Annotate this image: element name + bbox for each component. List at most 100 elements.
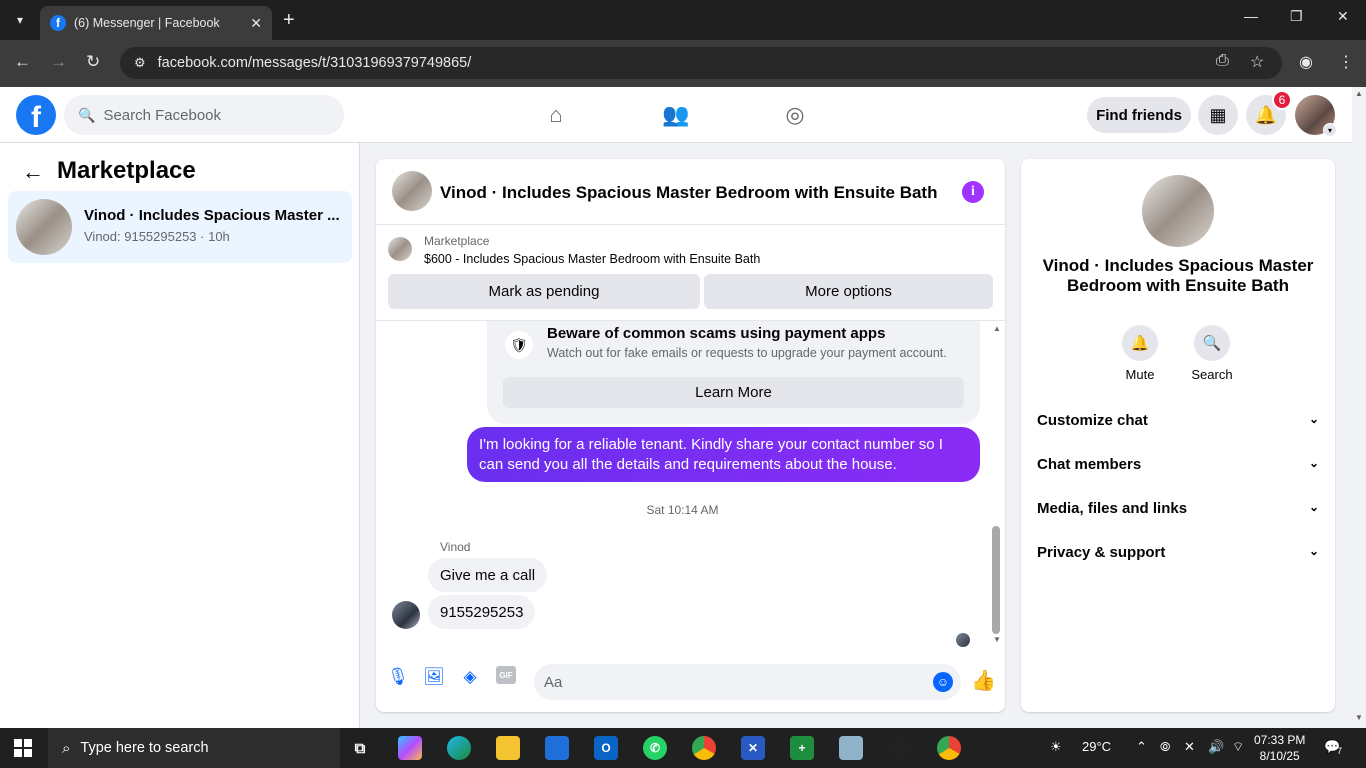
scroll-up-icon[interactable]: ▲ xyxy=(993,324,1001,333)
gif-icon[interactable]: GIF xyxy=(496,666,516,684)
panel-title: Marketplace xyxy=(57,157,196,184)
search-action[interactable]: 🔍 Search xyxy=(1182,325,1242,382)
seen-indicator-avatar xyxy=(956,633,970,647)
url-text: facebook.com/messages/t/3103196937974986… xyxy=(157,55,472,71)
section-label: Media, files and links xyxy=(1037,500,1188,517)
back-arrow-icon[interactable]: ← xyxy=(22,159,44,185)
chat-members-section[interactable]: Chat members ⌄ xyxy=(1037,456,1319,473)
section-label: Chat members xyxy=(1037,456,1142,473)
copilot-icon[interactable] xyxy=(398,736,422,760)
facebook-header: f 🔍 Search Facebook ⌂ 👥 ◎ Find friends ▦… xyxy=(0,87,1352,143)
task-view-icon[interactable]: ⧉ xyxy=(348,736,372,760)
conversation-name: Vinod · Includes Spacious Master ... xyxy=(84,207,340,224)
facebook-logo-icon[interactable]: f xyxy=(16,95,56,135)
customize-chat-section[interactable]: Customize chat ⌄ xyxy=(1037,412,1319,429)
chrome-icon[interactable] xyxy=(937,736,961,760)
more-menu-icon[interactable]: ⋮ xyxy=(1338,52,1354,72)
install-app-icon[interactable]: ⎙ xyxy=(1216,52,1229,70)
camera-icon[interactable]: ⦾ xyxy=(1160,739,1170,755)
windows-start-icon[interactable] xyxy=(14,739,32,757)
media-files-links-section[interactable]: Media, files and links ⌄ xyxy=(1037,500,1319,517)
scroll-up-icon[interactable]: ▲ xyxy=(1355,89,1363,98)
message-thread: 🛡 Beware of common scams using payment a… xyxy=(376,321,1005,651)
account-avatar[interactable]: ▾ xyxy=(1295,95,1337,137)
listing-title[interactable]: $600 - Includes Spacious Master Bedroom … xyxy=(424,252,760,266)
message-composer: 🎙 🖼 ◈ GIF Aa ☺ 👍 xyxy=(376,651,1005,712)
outlook-icon[interactable]: O xyxy=(594,736,618,760)
back-icon[interactable]: ← xyxy=(14,52,31,72)
notes-icon[interactable] xyxy=(839,736,863,760)
show-hidden-icons-icon[interactable]: ⌃ xyxy=(1136,739,1147,755)
page-scrollbar[interactable]: ▲ ▼ xyxy=(1352,87,1366,728)
taskbar-search-input[interactable]: ⌕ Type here to search xyxy=(48,728,340,768)
search-icon: 🔍 xyxy=(1194,325,1230,361)
taskbar-search-placeholder: Type here to search xyxy=(80,740,209,756)
search-input[interactable]: 🔍 Search Facebook xyxy=(64,95,344,135)
info-icon[interactable]: i xyxy=(962,181,984,203)
restore-icon[interactable]: ❐ xyxy=(1290,8,1303,25)
scrollbar-thumb[interactable] xyxy=(992,526,1000,634)
learn-more-button[interactable]: Learn More xyxy=(503,377,964,408)
scroll-down-icon[interactable]: ▼ xyxy=(1355,713,1363,722)
new-tab-icon[interactable]: + xyxy=(283,8,295,32)
scroll-down-icon[interactable]: ▼ xyxy=(993,635,1001,644)
details-avatar[interactable] xyxy=(1142,175,1214,247)
privacy-support-section[interactable]: Privacy & support ⌄ xyxy=(1037,544,1319,561)
tab-close-icon[interactable]: ✕ xyxy=(250,15,262,32)
groups-icon[interactable]: ◎ xyxy=(781,101,809,129)
profile-icon[interactable]: ◉ xyxy=(1299,52,1313,72)
forward-icon[interactable]: → xyxy=(50,52,67,72)
weather-icon[interactable]: ☀ xyxy=(1050,739,1062,755)
outgoing-message: I'm looking for a reliable tenant. Kindl… xyxy=(467,427,980,482)
chat-avatar[interactable] xyxy=(392,171,432,211)
bookmark-star-icon[interactable]: ☆ xyxy=(1250,52,1264,72)
volume-icon[interactable]: 🔊 xyxy=(1208,739,1224,755)
store-icon[interactable] xyxy=(545,736,569,760)
chrome-profile-icon[interactable] xyxy=(692,736,716,760)
section-label: Privacy & support xyxy=(1037,544,1166,561)
wifi-icon[interactable]: ⌔ xyxy=(1232,739,1244,755)
chat-title[interactable]: Vinod · Includes Spacious Master Bedroom… xyxy=(440,183,937,203)
chevron-down-icon: ⌄ xyxy=(1308,456,1319,470)
sheets-plus-icon[interactable]: + xyxy=(790,736,814,760)
edge-icon[interactable] xyxy=(447,736,471,760)
tab-search-icon[interactable]: ▾ xyxy=(8,8,32,32)
close-window-icon[interactable]: ✕ xyxy=(1337,8,1349,25)
site-settings-icon[interactable]: ⚙ xyxy=(134,55,146,71)
clock-time: 07:33 PM xyxy=(1254,733,1306,747)
search-icon: 🔍 xyxy=(78,106,96,123)
sticker-icon[interactable]: ◈ xyxy=(458,665,482,689)
whatsapp-icon[interactable]: ✆ xyxy=(643,736,667,760)
emoji-icon[interactable]: ☺ xyxy=(933,672,953,692)
warning-title: Beware of common scams using payment app… xyxy=(547,325,886,342)
mute-action[interactable]: 🔔 Mute xyxy=(1110,325,1170,382)
app-icon[interactable] xyxy=(888,736,912,760)
conversation-item[interactable]: Vinod · Includes Spacious Master ... Vin… xyxy=(8,191,352,263)
friends-icon[interactable]: 👥 xyxy=(662,101,690,129)
photo-icon[interactable]: 🖼 xyxy=(422,665,446,689)
clock[interactable]: 07:33 PM 8/10/25 xyxy=(1254,732,1305,764)
thread-scrollbar[interactable]: ▲ ▼ xyxy=(989,321,1005,651)
message-input[interactable]: Aa xyxy=(534,664,961,700)
app-x-icon[interactable]: ✕ xyxy=(741,736,765,760)
find-friends-button[interactable]: Find friends xyxy=(1087,97,1191,133)
message-timestamp: Sat 10:14 AM xyxy=(646,503,719,517)
reload-icon[interactable]: ↻ xyxy=(86,52,100,72)
shield-icon: 🛡 xyxy=(505,331,533,359)
minimize-icon[interactable]: — xyxy=(1244,8,1258,24)
more-options-button[interactable]: More options xyxy=(704,274,993,309)
browser-tab-bar: ▾ f (6) Messenger | Facebook ✕ + — ❐ ✕ xyxy=(0,0,1366,40)
language-icon[interactable]: ✕ xyxy=(1184,739,1195,755)
weather-text[interactable]: 29°C xyxy=(1082,739,1111,754)
mark-as-pending-button[interactable]: Mark as pending xyxy=(388,274,700,309)
thumbs-up-icon[interactable]: 👍 xyxy=(971,668,996,693)
listing-thumbnail[interactable] xyxy=(388,237,412,261)
menu-grid-icon[interactable]: ▦ xyxy=(1198,95,1238,135)
home-icon[interactable]: ⌂ xyxy=(542,101,570,129)
file-explorer-icon[interactable] xyxy=(496,736,520,760)
sender-avatar[interactable] xyxy=(392,601,420,629)
microphone-icon[interactable]: 🎙 xyxy=(386,665,410,689)
search-placeholder: Search Facebook xyxy=(103,106,222,124)
url-field[interactable]: ⚙ facebook.com/messages/t/31031969379749… xyxy=(120,47,1282,79)
browser-tab[interactable]: f (6) Messenger | Facebook ✕ xyxy=(40,6,272,40)
